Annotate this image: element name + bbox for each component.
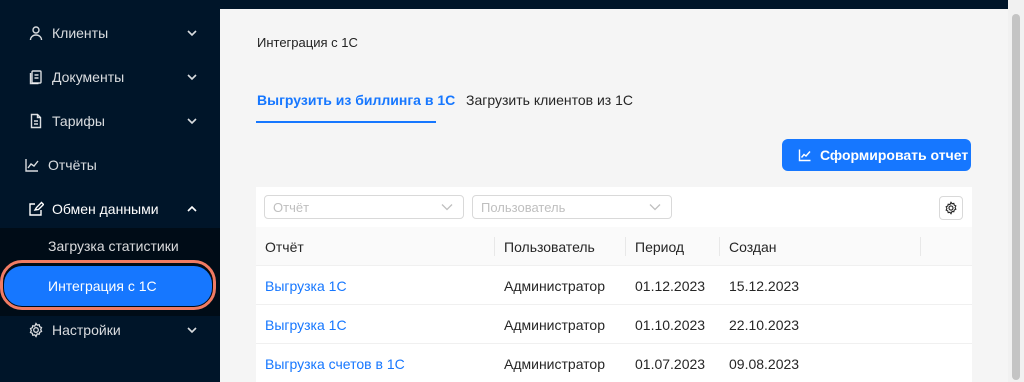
report-link[interactable]: Выгрузка 1С <box>265 317 347 333</box>
generate-report-label: Сформировать отчет <box>820 147 969 163</box>
user-cell: Администратор <box>504 278 606 294</box>
user-cell: Администратор <box>504 317 606 333</box>
table-row: Выгрузка 1С Администратор 01.10.2023 22.… <box>256 305 972 344</box>
chevron-down-icon <box>187 118 197 125</box>
tab-import-clients[interactable]: Загрузить клиентов из 1С <box>466 92 633 108</box>
documents-icon <box>29 70 42 85</box>
gear-icon <box>945 201 957 215</box>
table-row: Выгрузка 1С Администратор 01.12.2023 15.… <box>256 266 972 305</box>
column-divider <box>719 237 720 256</box>
period-cell: 01.12.2023 <box>635 278 706 294</box>
column-divider <box>494 237 495 256</box>
created-cell: 22.10.2023 <box>729 317 800 333</box>
created-cell: 15.12.2023 <box>729 278 800 294</box>
column-header-created[interactable]: Создан <box>729 239 777 255</box>
report-filter-input[interactable] <box>265 196 463 218</box>
period-cell: 01.07.2023 <box>635 356 706 372</box>
column-divider <box>625 237 626 256</box>
gear-icon <box>29 322 43 338</box>
report-link[interactable]: Выгрузка 1С <box>265 278 347 294</box>
sidebar-item-label: Отчёты <box>48 157 97 173</box>
sidebar: Клиенты Документы Тарифы Отчёты Обмен да… <box>0 0 220 382</box>
line-chart-icon <box>25 159 39 172</box>
sidebar-item-tariffs[interactable]: Тарифы <box>0 101 220 141</box>
tab-active-indicator <box>256 121 436 123</box>
sidebar-subitem-label: Загрузка статистики <box>48 238 179 254</box>
chevron-up-icon <box>187 205 197 212</box>
chevron-down-icon <box>649 204 661 211</box>
table-header: Отчёт Пользователь Период Создан <box>256 227 972 266</box>
tab-export-billing[interactable]: Выгрузить из биллинга в 1С <box>257 92 455 108</box>
sidebar-item-documents[interactable]: Документы <box>0 57 220 97</box>
scrollbar-thumb[interactable] <box>1012 14 1020 380</box>
sidebar-item-label: Настройки <box>52 322 121 338</box>
chevron-down-icon <box>187 327 197 334</box>
generate-report-button[interactable]: Сформировать отчет <box>782 139 971 171</box>
sidebar-item-settings[interactable]: Настройки <box>0 310 220 350</box>
chevron-down-icon <box>441 204 453 211</box>
sidebar-item-data-exchange[interactable]: Обмен данными <box>0 189 220 229</box>
user-icon <box>29 26 43 41</box>
sidebar-item-label: Клиенты <box>52 25 109 41</box>
line-chart-icon <box>798 149 811 162</box>
sidebar-item-clients[interactable]: Клиенты <box>0 13 220 53</box>
sidebar-item-reports[interactable]: Отчёты <box>0 145 220 185</box>
chevron-down-icon <box>187 74 197 81</box>
user-filter-input[interactable] <box>473 196 671 218</box>
sidebar-item-label: Документы <box>52 69 125 85</box>
table-row: Выгрузка счетов в 1С Администратор 01.07… <box>256 344 972 382</box>
table-settings-button[interactable] <box>939 196 963 220</box>
user-filter-select[interactable] <box>472 195 672 219</box>
sidebar-item-label: Тарифы <box>52 113 105 129</box>
report-filter-select[interactable] <box>264 195 464 219</box>
column-header-user[interactable]: Пользователь <box>504 239 595 255</box>
reports-table: Отчёт Пользователь Период Создан Выгрузк… <box>256 187 972 382</box>
sidebar-item-label: Обмен данными <box>52 201 159 217</box>
edit-square-icon <box>29 201 44 216</box>
tariff-icon <box>30 113 42 129</box>
report-link[interactable]: Выгрузка счетов в 1С <box>265 356 405 372</box>
user-cell: Администратор <box>504 356 606 372</box>
column-header-report[interactable]: Отчёт <box>265 239 304 255</box>
chevron-down-icon <box>187 30 197 37</box>
column-header-period[interactable]: Период <box>635 239 684 255</box>
page-title: Интеграция с 1С <box>257 35 358 50</box>
main-content: Интеграция с 1С Выгрузить из биллинга в … <box>220 9 1008 382</box>
period-cell: 01.10.2023 <box>635 317 706 333</box>
highlight-ring <box>0 260 216 310</box>
created-cell: 09.08.2023 <box>729 356 800 372</box>
column-divider <box>920 237 921 256</box>
